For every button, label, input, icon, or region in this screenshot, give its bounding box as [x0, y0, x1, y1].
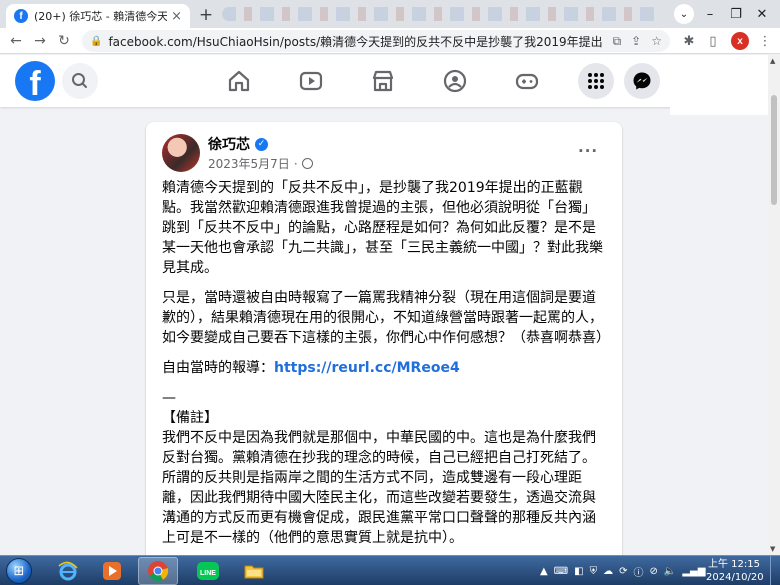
- more-options-icon[interactable]: ···: [578, 142, 598, 160]
- lock-icon[interactable]: 🔒: [90, 36, 102, 47]
- post-paragraph: 只是，當時還被自由時報寫了一篇罵我精神分裂（現在用這個詞是要道歉的），結果賴清德…: [162, 290, 610, 346]
- windows-taskbar: ⊞ LINE ▲ ⌨ ◧ ⛨ ☁ ⟳ ⓘ ⊘ 🔈 ▂▄▆ 上午 12:15 20…: [0, 555, 780, 585]
- page-scrollbar[interactable]: ▲ ▼: [768, 55, 780, 555]
- facebook-top-nav: f: [0, 55, 768, 107]
- groups-nav-icon[interactable]: [441, 67, 469, 95]
- forward-icon[interactable]: →: [30, 31, 50, 51]
- covered-area: [670, 55, 768, 115]
- speaker-icon[interactable]: 🔈: [664, 566, 676, 577]
- marketplace-nav-icon[interactable]: [369, 67, 397, 95]
- blurred-tabs: [222, 7, 662, 21]
- ie-taskbar-icon[interactable]: [48, 557, 88, 585]
- clock-time: 上午 12:15: [708, 559, 760, 570]
- url-text: facebook.com/HsuChiaoHsin/posts/賴清德今天提到的…: [108, 34, 603, 49]
- side-panel-icon[interactable]: ▯: [704, 32, 722, 50]
- messenger-button[interactable]: [624, 63, 660, 99]
- browser-tab-strip: f (20+) 徐巧芯 - 賴清德今天提到的 × + ⌄ – ❐ ✕: [0, 0, 780, 28]
- author-name[interactable]: 徐巧芯: [208, 134, 250, 154]
- cloud-icon[interactable]: ☁: [603, 566, 613, 577]
- line-taskbar-icon[interactable]: LINE: [188, 557, 228, 585]
- vpn-icon[interactable]: ⊘: [649, 566, 657, 577]
- watch-nav-icon[interactable]: [297, 67, 325, 95]
- close-window-icon[interactable]: ✕: [752, 4, 772, 24]
- profile-avatar[interactable]: x: [731, 32, 749, 50]
- tray-expand-icon[interactable]: ▲: [540, 566, 548, 577]
- file-explorer-taskbar-icon[interactable]: [234, 557, 274, 585]
- extensions-icon[interactable]: ✱: [680, 32, 698, 50]
- report-link[interactable]: https://reurl.cc/MReoe4: [274, 360, 460, 376]
- tray-app-icon[interactable]: ◧: [574, 566, 583, 577]
- network-icon[interactable]: ▂▄▆: [682, 566, 705, 577]
- post-body: 賴清德今天提到的「反共不反中」，是抄襲了我2019年提出的正藍觀點。我當然歡迎賴…: [162, 178, 610, 558]
- bookmark-star-icon[interactable]: ☆: [651, 34, 662, 48]
- start-button[interactable]: ⊞: [6, 558, 32, 584]
- messenger-icon: [633, 72, 651, 90]
- update-icon[interactable]: ⟳: [619, 566, 627, 577]
- scrollbar-thumb[interactable]: [771, 95, 777, 205]
- author-avatar[interactable]: [162, 134, 200, 172]
- svg-text:LINE: LINE: [200, 570, 216, 577]
- minimize-icon[interactable]: –: [700, 4, 720, 24]
- info-icon[interactable]: ⓘ: [633, 564, 643, 579]
- reload-icon[interactable]: ↻: [54, 31, 74, 51]
- scroll-down-icon[interactable]: ▼: [770, 545, 775, 553]
- maximize-icon[interactable]: ❐: [726, 4, 746, 24]
- tab-close-icon[interactable]: ×: [171, 9, 182, 24]
- browser-menu-icon[interactable]: ⋮: [756, 32, 774, 50]
- translate-icon[interactable]: ⧉: [613, 34, 622, 49]
- home-nav-icon[interactable]: [225, 67, 253, 95]
- back-icon[interactable]: ←: [6, 31, 26, 51]
- post-date[interactable]: 2023年5月7日: [208, 155, 290, 172]
- system-tray: ▲ ⌨ ◧ ⛨ ☁ ⟳ ⓘ ⊘ 🔈 ▂▄▆: [540, 563, 705, 579]
- post-paragraph: 我們不反中是因為我們就是那個中，中華民國的中。這也是為什麼我們反對台獨。黨賴清德…: [162, 430, 596, 546]
- new-tab-icon[interactable]: +: [196, 5, 216, 25]
- media-player-taskbar-icon[interactable]: [92, 557, 132, 585]
- taskbar-clock[interactable]: 上午 12:15 2024/10/20: [706, 558, 764, 584]
- report-line: 自由當時的報導：https://reurl.cc/MReoe4: [162, 358, 607, 378]
- gaming-nav-icon[interactable]: [513, 67, 541, 95]
- chrome-taskbar-icon[interactable]: [138, 557, 178, 585]
- author-name-row: 徐巧芯 ✓: [208, 134, 268, 154]
- grid-menu-icon: [588, 73, 604, 89]
- browser-toolbar: ← → ↻ 🔒 facebook.com/HsuChiaoHsin/posts/…: [0, 28, 780, 54]
- report-prefix: 自由當時的報導：: [162, 360, 274, 376]
- facebook-logo-icon[interactable]: f: [15, 61, 55, 101]
- facebook-favicon-icon: f: [14, 9, 28, 23]
- address-bar[interactable]: 🔒 facebook.com/HsuChiaoHsin/posts/賴清德今天提…: [82, 30, 670, 52]
- verified-badge-icon: ✓: [255, 137, 268, 151]
- search-icon: [72, 73, 87, 88]
- post-meta: 2023年5月7日 ·: [208, 155, 313, 172]
- keyboard-layout-icon[interactable]: ⌨: [554, 566, 568, 577]
- divider-line: —: [162, 390, 176, 406]
- note-heading: 【備註】: [162, 410, 218, 426]
- share-icon[interactable]: ⇪: [631, 34, 641, 48]
- scroll-up-icon[interactable]: ▲: [770, 57, 775, 65]
- tab-title: (20+) 徐巧芯 - 賴清德今天提到的: [34, 10, 168, 23]
- clock-date: 2024/10/20: [706, 572, 764, 583]
- browser-tab[interactable]: f (20+) 徐巧芯 - 賴清德今天提到的 ×: [6, 4, 190, 28]
- post-card: 徐巧芯 ✓ 2023年5月7日 · ··· 賴清德今天提到的「反共不反中」，是抄…: [146, 122, 622, 562]
- tab-search-icon[interactable]: ⌄: [674, 4, 694, 24]
- facebook-search-button[interactable]: [62, 63, 98, 99]
- show-desktop-button[interactable]: [770, 556, 780, 585]
- menu-button[interactable]: [578, 63, 614, 99]
- post-paragraph: 賴清德今天提到的「反共不反中」，是抄襲了我2019年提出的正藍觀點。我當然歡迎賴…: [162, 180, 603, 276]
- security-shield-icon[interactable]: ⛨: [590, 566, 598, 577]
- public-globe-icon: [301, 158, 313, 169]
